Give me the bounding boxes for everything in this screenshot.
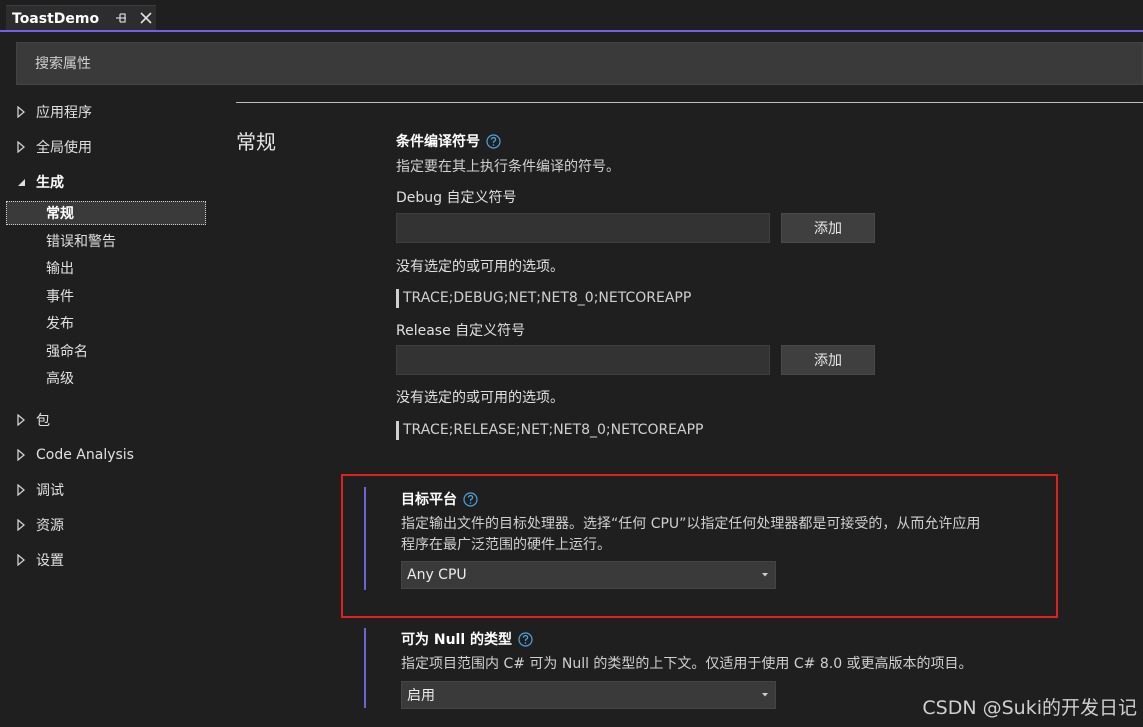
nullable-dropdown[interactable]: 启用 <box>401 681 776 709</box>
release-implicit-symbols: TRACE;RELEASE;NET;NET8_0;NETCOREAPP <box>396 421 704 440</box>
tree-child-strong-naming[interactable]: 强命名 <box>46 339 88 363</box>
tree-child-errors-warnings[interactable]: 错误和警告 <box>46 229 116 253</box>
tab-accent-line <box>0 30 1143 32</box>
conditional-symbols-description: 指定要在其上执行条件编译的符号。 <box>396 159 620 175</box>
release-symbols-label: Release 自定义符号 <box>396 323 526 339</box>
chevron-right-icon <box>17 414 26 426</box>
dropdown-arrow-icon <box>762 693 768 697</box>
tree-item-label: 应用程序 <box>36 105 92 121</box>
conditional-symbols-title-text: 条件编译符号 <box>396 134 480 150</box>
tree-item-code-analysis[interactable]: Code Analysis <box>16 443 134 467</box>
document-tab[interactable]: ToastDemo <box>6 5 156 32</box>
chevron-right-icon <box>17 554 26 566</box>
tree-child-label: 事件 <box>46 289 74 305</box>
search-input[interactable] <box>35 55 935 72</box>
document-tab-title: ToastDemo <box>12 11 100 27</box>
watermark: CSDN @Suki的开发日记 <box>922 697 1137 719</box>
tree-child-label: 强命名 <box>46 344 88 360</box>
nullable-accent-bar <box>364 628 366 708</box>
close-icon[interactable] <box>138 10 154 26</box>
tree-child-advanced[interactable]: 高级 <box>46 366 74 390</box>
nullable-title-text: 可为 Null 的类型 <box>401 632 513 648</box>
debug-implicit-symbols: TRACE;DEBUG;NET;NET8_0;NETCOREAPP <box>396 289 691 308</box>
tree-item-label: 包 <box>36 413 50 429</box>
tree-child-events[interactable]: 事件 <box>46 284 74 308</box>
property-search-bar <box>16 42 1143 85</box>
release-empty-note: 没有选定的或可用的选项。 <box>396 390 564 406</box>
tree-item-resources[interactable]: 资源 <box>16 513 64 537</box>
chevron-expanded-icon <box>18 179 25 186</box>
nullable-description: 指定项目范围内 C# 可为 Null 的类型的上下文。仅适用于使用 C# 8.0… <box>401 656 973 672</box>
annotation-highlight-box <box>341 474 1058 618</box>
tree-child-label: 常规 <box>46 206 74 222</box>
tree-item-package[interactable]: 包 <box>16 408 50 432</box>
debug-add-button[interactable]: 添加 <box>781 213 875 243</box>
tree-item-label: 生成 <box>36 175 64 191</box>
debug-symbols-label: Debug 自定义符号 <box>396 190 517 206</box>
tree-item-application[interactable]: 应用程序 <box>16 100 92 124</box>
property-nav-tree: 应用程序 全局使用 生成 常规 错误和警告 输出 事件 发布 强命名 高级 包 … <box>0 95 210 715</box>
release-symbols-input[interactable] <box>396 345 770 375</box>
nullable-value: 启用 <box>407 688 435 704</box>
tree-child-general[interactable]: 常规 <box>6 201 206 225</box>
tree-child-label: 高级 <box>46 371 74 387</box>
tree-child-label: 输出 <box>46 261 74 277</box>
chevron-right-icon <box>17 106 26 118</box>
pin-icon[interactable] <box>116 11 128 25</box>
chevron-right-icon <box>17 449 26 461</box>
help-icon[interactable] <box>518 631 533 647</box>
tree-item-label: 资源 <box>36 518 64 534</box>
chevron-right-icon <box>17 519 26 531</box>
chevron-right-icon <box>17 141 26 153</box>
tree-child-publish[interactable]: 发布 <box>46 311 74 335</box>
debug-empty-note: 没有选定的或可用的选项。 <box>396 259 564 275</box>
debug-symbols-input[interactable] <box>396 213 770 243</box>
chevron-right-icon <box>17 484 26 496</box>
tree-item-label: 全局使用 <box>36 140 92 156</box>
tree-item-debug[interactable]: 调试 <box>16 478 64 502</box>
nullable-title: 可为 Null 的类型 <box>401 629 533 649</box>
document-tab-strip: ToastDemo <box>0 0 1143 32</box>
tree-child-output[interactable]: 输出 <box>46 256 74 280</box>
section-title: 常规 <box>236 130 276 154</box>
content-divider <box>236 102 1143 103</box>
tree-item-label: 设置 <box>36 553 64 569</box>
conditional-symbols-title: 条件编译符号 <box>396 131 501 151</box>
tree-child-label: 发布 <box>46 316 74 332</box>
tree-item-global-usings[interactable]: 全局使用 <box>16 135 92 159</box>
help-icon[interactable] <box>486 133 501 149</box>
tree-item-settings[interactable]: 设置 <box>16 548 64 572</box>
tree-item-label: Code Analysis <box>36 447 134 463</box>
tree-item-build[interactable]: 生成 <box>16 170 64 194</box>
tree-child-label: 错误和警告 <box>46 234 116 250</box>
release-add-button[interactable]: 添加 <box>781 345 875 375</box>
tree-item-label: 调试 <box>36 483 64 499</box>
